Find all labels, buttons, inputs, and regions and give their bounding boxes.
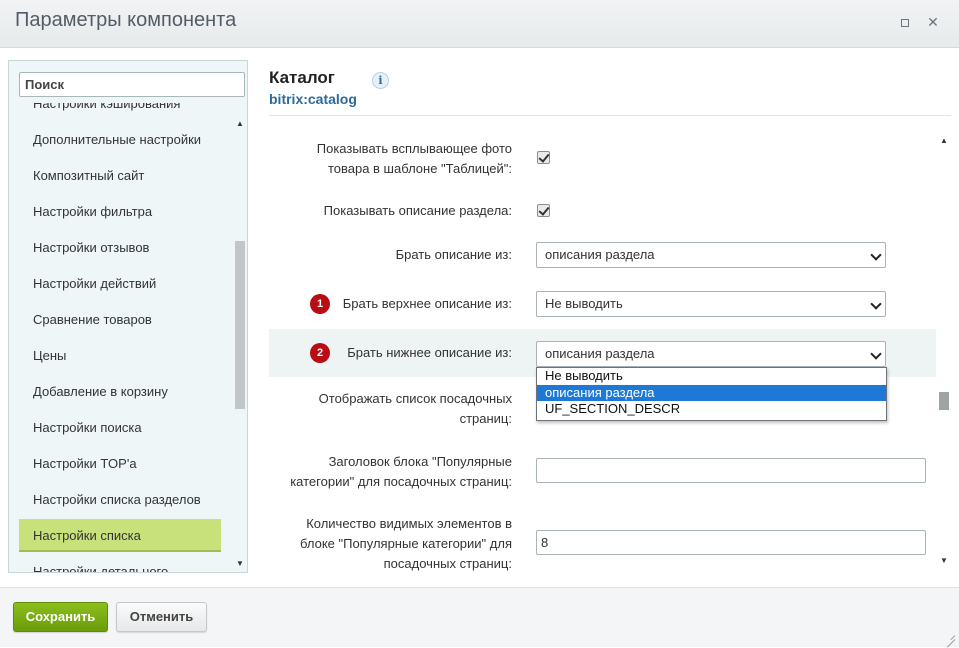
component-title: Каталог: [269, 68, 335, 87]
sidebar-item-reviews[interactable]: Настройки отзывов: [19, 231, 221, 264]
param-label-desc-from: Брать описание из:: [395, 247, 512, 262]
param-label-bottom-desc: Брать нижнее описание из:: [347, 345, 512, 360]
sidebar-item-additional[interactable]: Дополнительные настройки: [19, 123, 221, 156]
scroll-down-icon[interactable]: ▼: [235, 559, 245, 569]
top-desc-select[interactable]: Не выводить: [536, 291, 886, 317]
scroll-up-icon[interactable]: ▲: [939, 136, 949, 146]
scroll-up-icon[interactable]: ▲: [235, 119, 245, 129]
component-code: bitrix:catalog: [269, 91, 357, 107]
sidebar-item-basket[interactable]: Добавление в корзину: [19, 375, 221, 408]
sidebar-item-cache[interactable]: Настройки кэширования: [19, 103, 221, 120]
param-label-visible-count: Количество видимых элементов в блоке "По…: [300, 516, 512, 571]
sidebar-item-list[interactable]: Настройки списка: [19, 519, 221, 552]
sidebar-item-compare[interactable]: Сравнение товаров: [19, 303, 221, 336]
param-label-show-section-desc: Показывать описание раздела:: [323, 203, 512, 218]
sidebar-item-actions[interactable]: Настройки действий: [19, 267, 221, 300]
param-label-popup-photo: Показывать всплывающее фото товара в шаб…: [316, 141, 512, 176]
param-row-show-section-desc: Показывать описание раздела:: [269, 198, 936, 224]
sidebar-item-filter[interactable]: Настройки фильтра: [19, 195, 221, 228]
bottom-desc-value: описания раздела: [545, 346, 655, 361]
resize-grip-icon[interactable]: [945, 633, 955, 643]
sidebar: Настройки кэширования Дополнительные нас…: [8, 60, 248, 573]
desc-from-value: описания раздела: [545, 247, 655, 262]
dialog-title: Параметры компонента: [15, 9, 237, 31]
param-row-popular-title: Заголовок блока "Популярные категории" д…: [269, 451, 936, 495]
dropdown-option[interactable]: Не выводить: [537, 368, 886, 385]
close-icon[interactable]: ✕: [925, 14, 941, 30]
save-button[interactable]: Сохранить: [13, 602, 108, 632]
step-badge-1: 1: [310, 294, 330, 314]
header-divider: [269, 115, 951, 116]
sidebar-item-prices[interactable]: Цены: [19, 339, 221, 372]
popup-photo-checkbox[interactable]: [537, 151, 550, 164]
chevron-down-icon: [870, 298, 882, 310]
param-label-popular-title: Заголовок блока "Популярные категории" д…: [290, 454, 512, 489]
sidebar-item-top[interactable]: Настройки TOP'а: [19, 447, 221, 480]
top-desc-value: Не выводить: [545, 296, 623, 311]
param-label-landing-list: Отображать список посадочных страниц:: [318, 391, 512, 426]
cancel-button[interactable]: Отменить: [116, 602, 207, 632]
visible-count-input[interactable]: [536, 530, 926, 555]
bottom-desc-dropdown[interactable]: Не выводить описания раздела UF_SECTION_…: [536, 367, 887, 421]
param-row-popup-photo: Показывать всплывающее фото товара в шаб…: [269, 136, 936, 180]
sidebar-scroll-thumb[interactable]: [235, 241, 245, 409]
param-row-top-desc: 1 Брать верхнее описание из: Не выводить: [269, 291, 936, 317]
bottom-desc-select[interactable]: описания раздела: [536, 341, 886, 367]
search-input[interactable]: [19, 72, 245, 97]
dialog-body: Настройки кэширования Дополнительные нас…: [0, 48, 959, 586]
desc-from-select[interactable]: описания раздела: [536, 242, 886, 268]
param-row-desc-from: Брать описание из: описания раздела: [269, 242, 936, 268]
chevron-down-icon: [870, 348, 882, 360]
component-header: Каталог bitrix:catalog: [269, 68, 357, 107]
chevron-down-icon: [870, 249, 882, 261]
content-scroll-thumb[interactable]: [939, 392, 949, 410]
dropdown-option[interactable]: UF_SECTION_DESCR: [537, 401, 886, 418]
param-row-visible-count: Количество видимых элементов в блоке "По…: [269, 514, 936, 578]
sidebar-item-detail[interactable]: Настройки детального: [19, 555, 221, 572]
maximize-icon[interactable]: [897, 14, 913, 30]
sidebar-scrollbar[interactable]: ▲ ▼: [233, 119, 247, 571]
dropdown-option-selected[interactable]: описания раздела: [537, 384, 886, 401]
param-label-top-desc: Брать верхнее описание из:: [342, 296, 512, 311]
content-scrollbar[interactable]: ▲ ▼: [937, 134, 951, 569]
sidebar-nav-list: Настройки кэширования Дополнительные нас…: [9, 103, 233, 572]
sidebar-item-section-list[interactable]: Настройки списка разделов: [19, 483, 221, 516]
sidebar-item-search[interactable]: Настройки поиска: [19, 411, 221, 444]
dialog-footer: Сохранить Отменить: [0, 587, 959, 647]
popular-title-input[interactable]: [536, 458, 926, 483]
step-badge-2: 2: [310, 343, 330, 363]
info-icon[interactable]: i: [372, 72, 389, 89]
scroll-down-icon[interactable]: ▼: [939, 556, 949, 566]
dialog-titlebar: Параметры компонента ✕: [0, 0, 959, 48]
sidebar-item-composite[interactable]: Композитный сайт: [19, 159, 221, 192]
show-section-desc-checkbox[interactable]: [537, 204, 550, 217]
